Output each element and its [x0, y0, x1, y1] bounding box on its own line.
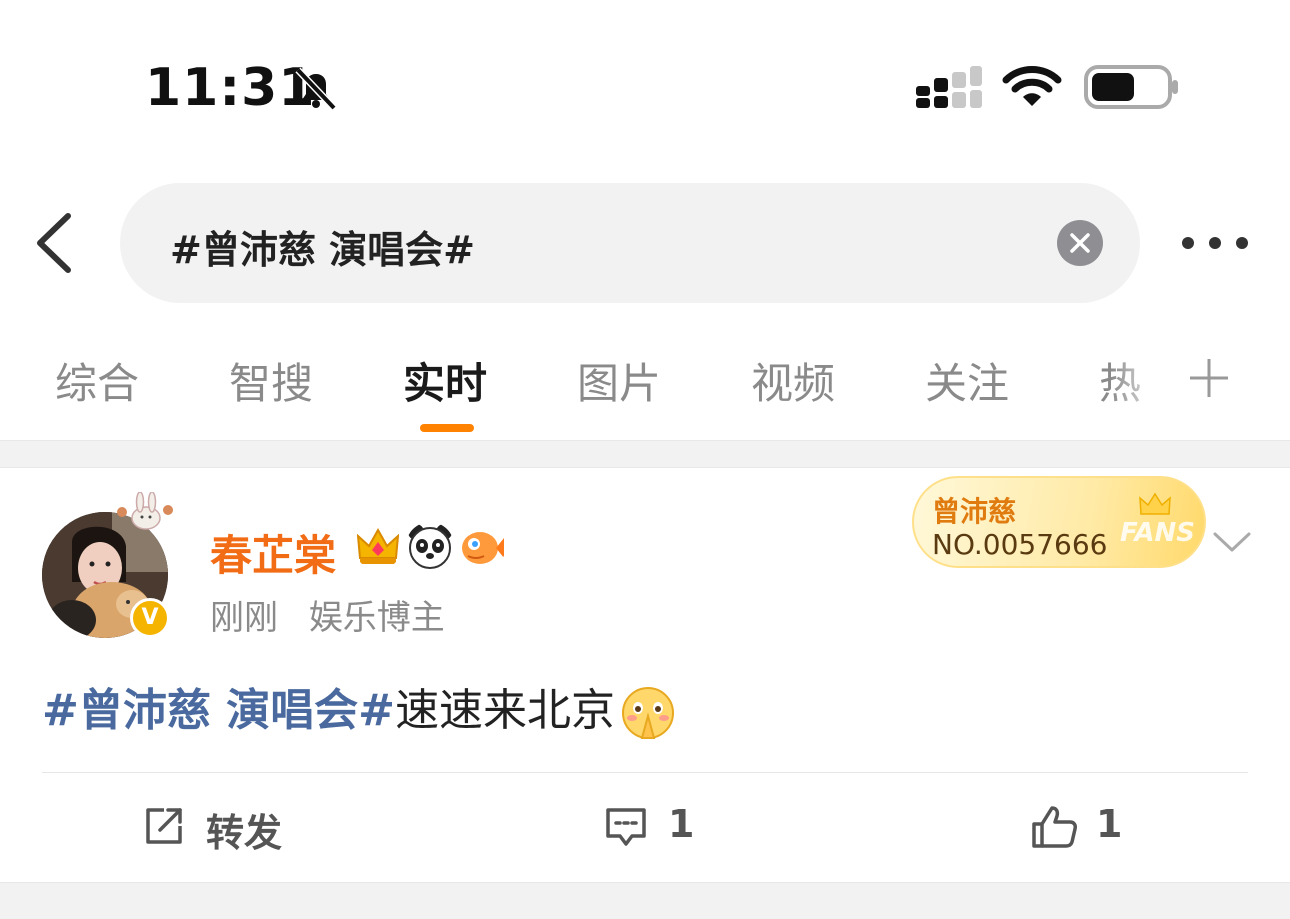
active-tab-indicator	[420, 424, 474, 432]
section-divider	[0, 440, 1290, 468]
tab-fade	[1110, 345, 1170, 425]
status-time: 11:31	[145, 58, 316, 118]
clear-icon[interactable]	[1057, 220, 1103, 266]
fans-card-word: FANS	[1120, 518, 1196, 548]
tab-images[interactable]: 图片	[577, 350, 661, 411]
repost-icon	[146, 808, 182, 844]
tab-videos[interactable]: 视频	[751, 350, 835, 411]
post-separator	[42, 772, 1248, 773]
comment-button[interactable]: 1	[604, 800, 704, 852]
post-role: 娱乐博主	[308, 598, 445, 638]
tab-following[interactable]: 关注	[925, 350, 1009, 411]
like-count: 1	[1096, 802, 1123, 846]
search-query: #曾沛慈 演唱会#	[170, 228, 475, 272]
like-button[interactable]: 1	[1030, 800, 1130, 852]
tab-bar: 综合 智搜 实时 图片 视频 关注 热	[0, 340, 1290, 440]
fans-crown-icon	[1139, 492, 1171, 515]
tab-smart-search[interactable]: 智搜	[229, 350, 313, 411]
tab-realtime[interactable]: 实时	[403, 350, 487, 411]
post-content: #曾沛慈 演唱会#速速来北京	[42, 674, 675, 740]
post-hashtag[interactable]: #曾沛慈 演唱会#	[42, 685, 395, 736]
battery-icon	[1084, 65, 1178, 109]
comment-count: 1	[668, 802, 695, 846]
fans-card-number: NO.0057666	[932, 528, 1108, 561]
fish-badge-icon[interactable]	[458, 522, 506, 570]
verified-badge: V	[130, 598, 170, 638]
bell-slash-icon	[295, 67, 337, 111]
cellular-signal-icon	[916, 66, 982, 108]
repost-button[interactable]: 转发	[142, 800, 302, 855]
post-meta: 刚刚 娱乐博主	[210, 590, 465, 639]
status-bar: 11:31	[0, 0, 1290, 150]
section-divider-bottom	[0, 882, 1290, 919]
wifi-icon	[1002, 66, 1062, 106]
avatar[interactable]: V	[42, 492, 174, 640]
chevron-down-icon[interactable]	[1212, 530, 1252, 554]
username[interactable]: 春芷棠	[210, 522, 336, 583]
post-time: 刚刚	[210, 598, 278, 638]
tab-comprehensive[interactable]: 综合	[55, 350, 139, 411]
back-arrow-icon[interactable]	[30, 210, 80, 276]
post-text: 速速来北京	[395, 685, 616, 736]
fans-card-name: 曾沛慈	[932, 495, 1017, 528]
crown-badge-icon[interactable]	[354, 522, 402, 570]
search-input[interactable]: #曾沛慈 演唱会#	[120, 183, 1140, 303]
rabbit-decoration-icon	[117, 492, 173, 530]
more-icon[interactable]	[1180, 232, 1250, 254]
comment-icon	[606, 808, 646, 846]
pray-emoji-icon	[622, 687, 675, 739]
add-tab-icon[interactable]	[1188, 357, 1230, 399]
fans-badge-card[interactable]: 曾沛慈 NO.0057666 FANS	[912, 476, 1206, 568]
panda-badge-icon[interactable]	[406, 522, 454, 570]
thumbs-up-icon	[1032, 806, 1077, 848]
repost-label: 转发	[206, 811, 283, 855]
